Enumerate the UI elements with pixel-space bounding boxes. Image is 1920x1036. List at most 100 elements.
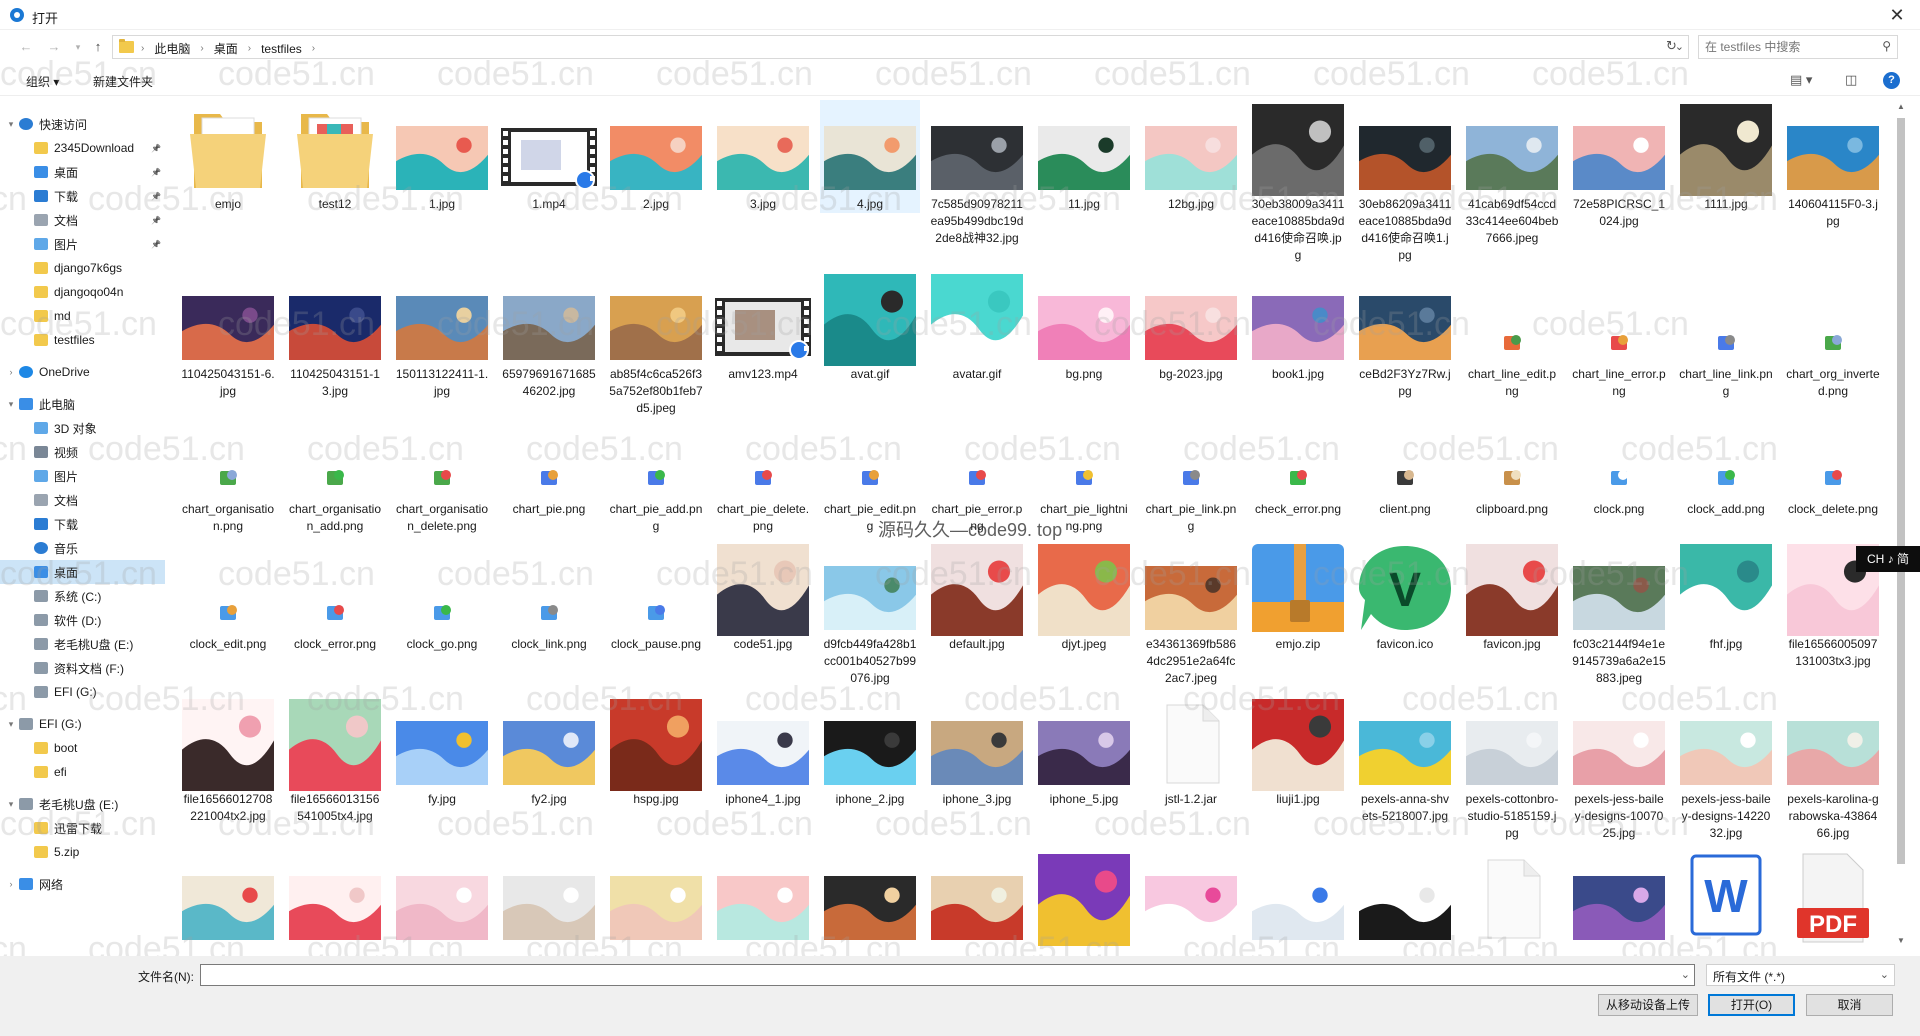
open-button[interactable]: 打开(O) [1708, 994, 1795, 1016]
file-item[interactable] [820, 850, 920, 946]
file-item[interactable]: iphone_2.jpg [820, 695, 920, 808]
file-item[interactable]: djyt.jpeg [1034, 540, 1134, 653]
nav-item[interactable]: 文档 [0, 488, 165, 512]
expand-chevron-icon[interactable]: ▾ [6, 399, 16, 410]
file-item[interactable] [713, 850, 813, 946]
nav-item[interactable]: › OneDrive [0, 360, 165, 384]
organize-button[interactable]: 组织 ▾ [26, 73, 59, 90]
nav-item[interactable]: 图片 📌 [0, 232, 165, 256]
file-item[interactable]: chart_line_link.png [1676, 270, 1776, 400]
file-item[interactable]: chart_organisation_delete.png [392, 405, 492, 535]
file-item[interactable]: avat.gif [820, 270, 920, 383]
file-item[interactable]: chart_pie.png [499, 405, 599, 518]
file-item[interactable]: 1.jpg [392, 100, 492, 213]
file-item[interactable]: 110425043151-6.jpg [178, 270, 278, 400]
file-item[interactable]: 41cab69df54ccd33c414ee604beb7666.jpeg [1462, 100, 1562, 247]
file-item[interactable]: chart_pie_link.png [1141, 405, 1241, 535]
scrollbar-thumb[interactable] [1897, 118, 1905, 864]
nav-item[interactable]: 音乐 [0, 536, 165, 560]
file-item[interactable]: hspg.jpg [606, 695, 706, 808]
nav-item[interactable]: 迅雷下载 [0, 816, 165, 840]
file-item[interactable]: fy2.jpg [499, 695, 599, 808]
file-item[interactable]: fy.jpg [392, 695, 492, 808]
nav-item[interactable]: ▾ 此电脑 [0, 392, 165, 416]
file-item[interactable] [178, 850, 278, 946]
nav-item[interactable]: 5.zip [0, 840, 165, 864]
file-item[interactable]: iphone4_1.jpg [713, 695, 813, 808]
file-item[interactable]: avatar.gif [927, 270, 1027, 383]
file-item[interactable]: fhf.jpg [1676, 540, 1776, 653]
file-item[interactable]: W [1676, 850, 1776, 946]
nav-item[interactable]: EFI (G:) [0, 680, 165, 704]
file-item[interactable]: file16566012708221004tx2.jpg [178, 695, 278, 825]
file-item[interactable]: 2.jpg [606, 100, 706, 213]
file-item[interactable]: Vfavicon.ico [1355, 540, 1455, 653]
preview-pane-icon[interactable]: ◫ [1845, 72, 1857, 88]
nav-item[interactable]: 视频 [0, 440, 165, 464]
file-item[interactable]: chart_pie_lightning.png [1034, 405, 1134, 535]
file-item[interactable]: 1111.jpg [1676, 100, 1776, 213]
file-item[interactable]: 30eb38009a3411eace10885bda9dd416使命召唤.jpg [1248, 100, 1348, 264]
file-item[interactable] [927, 850, 1027, 946]
help-icon[interactable]: ? [1883, 72, 1900, 89]
file-item[interactable] [606, 850, 706, 946]
file-item[interactable]: clock.png [1569, 405, 1669, 518]
file-item[interactable] [1462, 850, 1562, 946]
file-item[interactable]: amv123.mp4 [713, 270, 813, 383]
recent-dropdown-icon[interactable]: ▾ [68, 38, 88, 56]
file-item[interactable]: chart_line_error.png [1569, 270, 1669, 400]
file-item[interactable] [1248, 850, 1348, 946]
file-type-select[interactable]: 所有文件 (*.*) ⌄ [1706, 964, 1895, 986]
nav-item[interactable]: 图片 [0, 464, 165, 488]
expand-chevron-icon[interactable]: ▾ [6, 799, 16, 810]
file-item[interactable]: check_error.png [1248, 405, 1348, 518]
nav-item[interactable]: ▾ 快速访问 [0, 112, 165, 136]
nav-item[interactable]: testfiles [0, 328, 165, 352]
search-input[interactable] [1699, 36, 1869, 58]
file-item[interactable]: 7c585d90978211ea95b499dbc19d2de8战神32.jpg [927, 100, 1027, 247]
file-item[interactable] [392, 850, 492, 946]
file-item[interactable]: 72e58PICRSC_1024.jpg [1569, 100, 1669, 230]
expand-chevron-icon[interactable]: › [6, 367, 16, 377]
nav-item[interactable]: 资料文档 (F:) [0, 656, 165, 680]
file-item[interactable]: book1.jpg [1248, 270, 1348, 383]
up-arrow-icon[interactable]: ↑ [88, 38, 108, 56]
file-item[interactable]: clock_add.png [1676, 405, 1776, 518]
nav-item[interactable]: 桌面 📌 [0, 160, 165, 184]
file-item[interactable]: code51.jpg [713, 540, 813, 653]
file-item[interactable]: bg.png [1034, 270, 1134, 383]
back-arrow-icon[interactable]: ← [16, 38, 36, 56]
file-item[interactable]: bg-2023.jpg [1141, 270, 1241, 383]
file-item[interactable]: client.png [1355, 405, 1455, 518]
expand-chevron-icon[interactable]: › [6, 879, 16, 889]
expand-chevron-icon[interactable]: ▾ [6, 719, 16, 730]
file-item[interactable]: emjo [178, 100, 278, 213]
nav-item[interactable]: 3D 对象 [0, 416, 165, 440]
scroll-down-icon[interactable]: ▼ [1896, 936, 1906, 945]
file-item[interactable]: 11.jpg [1034, 100, 1134, 213]
file-item[interactable] [1355, 850, 1455, 946]
file-item[interactable] [1569, 850, 1669, 946]
file-item[interactable]: clipboard.png [1462, 405, 1562, 518]
file-item[interactable]: chart_pie_edit.png [820, 405, 920, 535]
file-item[interactable]: 30eb86209a3411eace10885bda9dd416使命召唤1.jp… [1355, 100, 1455, 264]
file-item[interactable] [285, 850, 385, 946]
refresh-icon[interactable]: ↻ [1666, 38, 1677, 54]
nav-item[interactable]: 下载 [0, 512, 165, 536]
nav-item[interactable]: ▾ EFI (G:) [0, 712, 165, 736]
file-item[interactable]: liuji1.jpg [1248, 695, 1348, 808]
search-icon[interactable]: ⚲ [1882, 39, 1891, 53]
file-item[interactable]: clock_delete.png [1783, 405, 1883, 518]
file-item[interactable]: fc03c2144f94e1e9145739a6a2e15883.jpeg [1569, 540, 1669, 687]
nav-item[interactable]: 下载 📌 [0, 184, 165, 208]
file-item[interactable] [1034, 850, 1134, 946]
file-item[interactable]: chart_organisation_add.png [285, 405, 385, 535]
close-button[interactable]: ✕ [1874, 0, 1920, 30]
file-item[interactable]: d9fcb449fa428b1cc001b40527b99076.jpg [820, 540, 920, 687]
file-item[interactable]: PDF [1783, 850, 1883, 946]
file-item[interactable]: favicon.jpg [1462, 540, 1562, 653]
file-item[interactable]: 6597969167168546202.jpg [499, 270, 599, 400]
file-item[interactable]: 110425043151-13.jpg [285, 270, 385, 400]
nav-item[interactable]: ▾ 老毛桃U盘 (E:) [0, 792, 165, 816]
file-item[interactable]: pexels-cottonbro-studio-5185159.jpg [1462, 695, 1562, 842]
